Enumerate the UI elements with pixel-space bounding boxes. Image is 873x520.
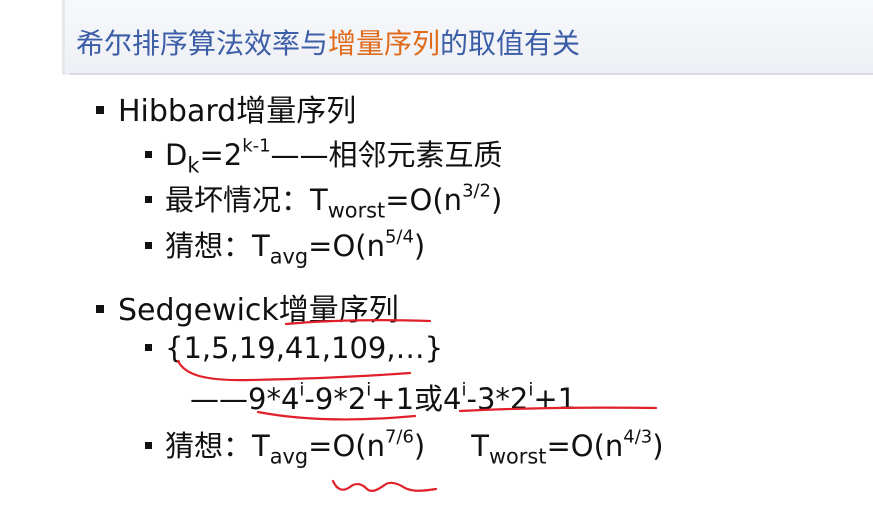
formula-part-4: -3*2 <box>466 382 529 416</box>
worst-close: ) <box>652 429 664 463</box>
guess-t: T <box>252 229 270 263</box>
left-accent-bar <box>62 0 65 75</box>
title-highlight: 增量序列 <box>328 27 441 60</box>
worst-eq: =O(n <box>385 183 463 217</box>
hibbard-heading-text: Hibbard增量序列 <box>118 94 357 129</box>
bullet-icon <box>145 343 152 351</box>
guess-sub: avg <box>269 244 309 269</box>
sedgewick-heading-text: Sedgewick增量序列 <box>118 293 399 328</box>
worst-exp: 4/3 <box>623 426 653 448</box>
formula-part-5: +1 <box>533 382 577 416</box>
worst-eq: =O(n <box>546 429 624 463</box>
formula-part-3: +1或4 <box>371 382 462 416</box>
sedgewick-guess: 猜想：Tavg=O(n7/6) Tworst=O(n4/3) <box>145 423 664 469</box>
guess-label: 猜想： <box>165 229 253 263</box>
bullet-icon <box>145 441 152 449</box>
bullet-icon <box>96 304 104 313</box>
bullet-icon <box>145 150 152 158</box>
slide-title: 希尔排序算法效率与增量序列的取值有关 <box>76 22 580 62</box>
formula-d: D <box>165 138 188 172</box>
worst-sub: worst <box>488 444 547 469</box>
guess-close: ) <box>413 429 426 463</box>
hibbard-heading: Hibbard增量序列 <box>96 86 356 130</box>
guess-sub: avg <box>269 444 309 469</box>
squiggle-avg <box>331 479 438 492</box>
formula-sub-k: k <box>187 153 200 178</box>
bullet-icon <box>145 195 152 203</box>
formula-part-2: -9*2 <box>304 382 367 416</box>
sedgewick-heading: Sedgewick增量序列 <box>96 285 399 329</box>
bullet-icon <box>145 241 152 249</box>
formula-text: ——相邻元素互质 <box>270 138 503 172</box>
guess-label: 猜想： <box>165 429 253 463</box>
guess-eq: =O(n <box>308 429 385 463</box>
slide: 希尔排序算法效率与增量序列的取值有关 Hibbard增量序列 Dk=2k-1——… <box>0 0 873 520</box>
guess-exp: 7/6 <box>384 426 414 448</box>
formula-part-1: ——9*4 <box>190 382 300 416</box>
guess-t: T <box>252 429 270 463</box>
worst-label: 最坏情况： <box>165 183 311 217</box>
hibbard-formula: Dk=2k-1——相邻元素互质 <box>145 132 503 178</box>
formula-eq: =2 <box>199 138 243 172</box>
guess-close: ) <box>413 229 426 263</box>
formula-exp: k-1 <box>242 135 271 157</box>
guess-eq: =O(n <box>308 229 385 263</box>
worst-sub: worst <box>327 198 386 223</box>
title-tail: 的取值有关 <box>440 27 581 60</box>
hibbard-guess: 猜想：Tavg=O(n5/4) <box>145 223 426 269</box>
hibbard-worst: 最坏情况：Tworst=O(n3/2) <box>145 177 503 223</box>
sequence-text: {1,5,19,41,109,…} <box>165 331 444 365</box>
title-main: 希尔排序算法效率与 <box>76 27 329 60</box>
bullet-icon <box>96 105 104 114</box>
worst-close: ) <box>490 183 503 217</box>
worst-t: T <box>310 183 328 217</box>
worst-exp: 3/2 <box>462 180 491 202</box>
sedgewick-formula: ——9*4i-9*2i+1或4i-3*2i+1 <box>190 376 576 418</box>
sedgewick-sequence: {1,5,19,41,109,…} <box>145 331 443 365</box>
guess-exp: 5/4 <box>384 226 414 248</box>
worst-t: T <box>471 429 489 463</box>
title-divider <box>70 73 873 75</box>
